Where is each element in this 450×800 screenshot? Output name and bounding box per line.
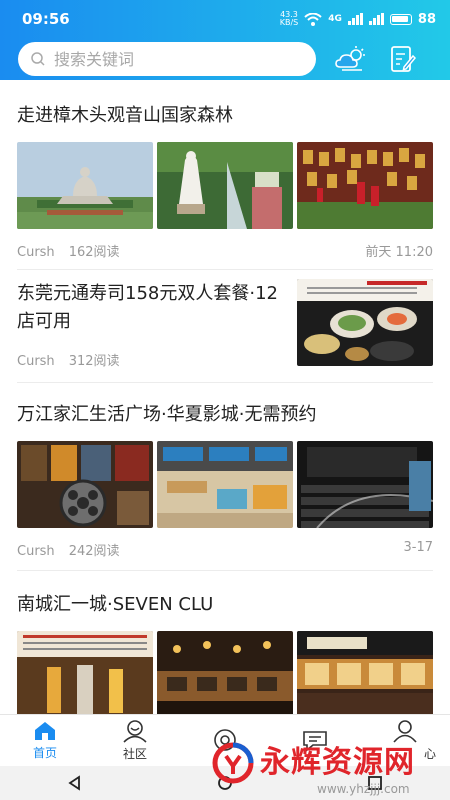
article-image-seven-club[interactable]: [297, 631, 433, 714]
status-time: 09:56: [22, 10, 70, 28]
article-images: [17, 631, 433, 714]
article-item[interactable]: 东莞元通寿司158元双人套餐·12店可用 Cursh 312阅读: [17, 270, 433, 383]
cloud-sun-icon: [335, 46, 365, 71]
article-image-buddha-statue[interactable]: [17, 142, 153, 229]
user-icon: [393, 720, 417, 743]
home-icon: [35, 722, 55, 740]
article-author: Cursh: [17, 544, 55, 559]
back-icon[interactable]: [67, 775, 83, 791]
app-header: [0, 38, 450, 80]
watermark-logo-icon: [212, 742, 254, 784]
tab-home[interactable]: 首页: [0, 715, 90, 766]
article-item[interactable]: 万江家汇生活广场·华夏影城·无需预约 Cursh 242阅读 3-17: [17, 383, 433, 571]
article-image-sushi-set[interactable]: [297, 279, 433, 366]
network-speed: 43.3 KB/S: [279, 10, 299, 27]
article-meta: Cursh 242阅读 3-17: [17, 540, 433, 559]
watermark-url: www.yhzjjj.com: [317, 782, 410, 796]
tab-community-label: 社区: [122, 747, 147, 761]
article-text: 东莞元通寿司158元双人套餐·12店可用 Cursh 312阅读: [17, 280, 297, 382]
edit-note-icon: [391, 46, 416, 72]
article-image-bar-hall[interactable]: [157, 631, 293, 714]
article-image-movie-collage[interactable]: [17, 441, 153, 528]
battery-level: 88: [417, 11, 436, 27]
article-time: 3-17: [403, 540, 433, 555]
community-icon: [123, 720, 147, 743]
search-icon: [31, 52, 45, 66]
article-image-guanyin-waterfall[interactable]: [157, 142, 293, 229]
signal-icon-2: [368, 13, 384, 25]
network-type: 4G: [328, 14, 342, 24]
article-meta: Cursh 162阅读 前天 11:20: [17, 241, 433, 260]
status-bar: 09:56 43.3 KB/S 4G 88: [0, 0, 450, 38]
article-image-wishing-plaques[interactable]: [297, 142, 433, 229]
battery-icon: [389, 13, 412, 25]
article-item[interactable]: 南城汇一城·SEVEN CLU: [17, 571, 433, 714]
watermark: 永辉资源网 www.yhzjjj.com: [212, 742, 415, 796]
article-image-cinema-lobby[interactable]: [157, 441, 293, 528]
news-feed[interactable]: 走进樟木头观音山国家森林 Cursh 162阅读 前天 11:20 东莞元通寿司…: [0, 80, 450, 714]
article-author: Cursh: [17, 245, 55, 260]
article-reads: 162阅读: [68, 245, 120, 260]
watermark-text: 永辉资源网: [260, 745, 415, 780]
tab-community[interactable]: 社区: [90, 715, 180, 766]
article-images: [17, 441, 433, 528]
search-input[interactable]: [54, 49, 304, 69]
article-reads: 312阅读: [68, 354, 120, 369]
signal-icon: [347, 13, 363, 25]
wifi-icon: [304, 12, 322, 26]
article-item[interactable]: 走进樟木头观音山国家森林 Cursh 162阅读 前天 11:20: [17, 80, 433, 270]
article-meta: Cursh 312阅读: [17, 350, 287, 369]
article-image-cinema-hall[interactable]: [297, 441, 433, 528]
tab-profile-label: 心: [423, 747, 436, 761]
article-title: 走进樟木头观音山国家森林: [17, 105, 233, 126]
tab-home-label: 首页: [32, 746, 57, 760]
article-title: 南城汇一城·SEVEN CLU: [17, 594, 214, 615]
search-bar[interactable]: [18, 42, 316, 76]
weather-button[interactable]: [334, 42, 368, 76]
article-images: [17, 142, 433, 229]
article-title: 万江家汇生活广场·华夏影城·无需预约: [17, 404, 317, 425]
article-image-bar-drinks[interactable]: [17, 631, 153, 714]
edit-button[interactable]: [386, 42, 420, 76]
status-icons: 43.3 KB/S 4G 88: [280, 11, 436, 27]
article-time: 前天 11:20: [365, 245, 433, 260]
article-title: 东莞元通寿司158元双人套餐·12店可用: [17, 283, 278, 332]
article-author: Cursh: [17, 354, 55, 369]
article-reads: 242阅读: [68, 544, 120, 559]
